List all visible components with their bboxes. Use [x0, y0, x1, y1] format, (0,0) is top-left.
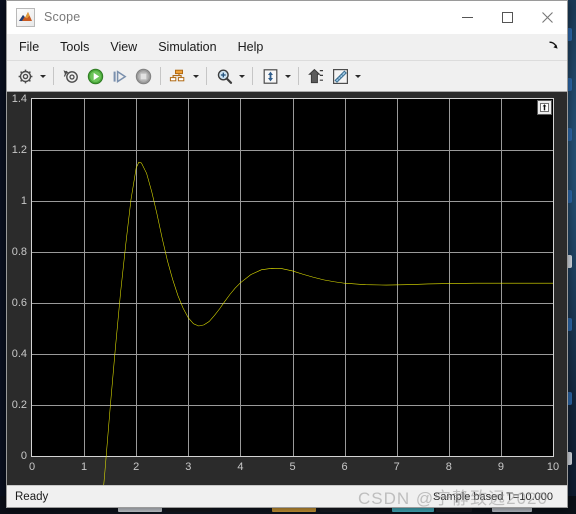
status-text: Ready: [15, 490, 49, 503]
toolbar: [7, 60, 567, 92]
title-bar: Scope: [7, 1, 567, 34]
y-tick-label: 0.8: [11, 246, 27, 258]
magnifier-plus-icon[interactable]: [212, 64, 236, 88]
scope-window: Scope File Tools View Simulation Help 0 …: [6, 0, 568, 508]
sample-info-text: Sample based T=10.000: [433, 490, 553, 503]
legend-toggle-icon[interactable]: [537, 100, 552, 115]
menu-file[interactable]: File: [10, 37, 48, 57]
cursor-measure-icon[interactable]: [304, 64, 328, 88]
y-tick-label: 1: [20, 195, 27, 207]
autoscale-dropdown-caret-icon[interactable]: [282, 65, 293, 87]
y-tick-label: 1.4: [11, 93, 27, 105]
stop-icon[interactable]: [131, 64, 155, 88]
menu-simulation[interactable]: Simulation: [149, 37, 225, 57]
status-bar: Ready Sample based T=10.000: [7, 485, 567, 507]
menu-tools[interactable]: Tools: [51, 37, 98, 57]
close-icon[interactable]: [527, 1, 567, 33]
scope-plot-area: 0 0.2 0.4 0.6 0.8 1 1.2 1.4 0 1 2 3 4 5 6 7 8 9 10: [7, 92, 567, 485]
step-forward-icon[interactable]: [107, 64, 131, 88]
ruler-icon[interactable]: [328, 64, 352, 88]
toolbar-separator: [53, 67, 54, 85]
menu-bar: File Tools View Simulation Help: [7, 34, 567, 60]
menu-help[interactable]: Help: [229, 37, 273, 57]
y-tick-label: 0.4: [11, 348, 27, 360]
run-back-icon[interactable]: [59, 64, 83, 88]
plot-axes[interactable]: 0 0.2 0.4 0.6 0.8 1 1.2 1.4 0 1 2 3 4 5 6 7 8 9 10: [12, 93, 559, 457]
gear-dropdown-caret-icon[interactable]: [37, 65, 48, 87]
window-title: Scope: [44, 10, 81, 24]
y-tick-label: 0.6: [11, 297, 27, 309]
menu-view[interactable]: View: [101, 37, 146, 57]
y-tick-label: 1.2: [11, 144, 27, 156]
y-tick-label: 0.2: [11, 399, 27, 411]
toolbar-separator: [252, 67, 253, 85]
toolbar-separator: [206, 67, 207, 85]
layout-dropdown-caret-icon[interactable]: [190, 65, 201, 87]
zoom-dropdown-caret-icon[interactable]: [236, 65, 247, 87]
matlab-membrane-icon: [16, 7, 35, 27]
play-icon[interactable]: [83, 64, 107, 88]
undock-arrow-icon[interactable]: [548, 40, 559, 54]
layout-icon[interactable]: [166, 64, 190, 88]
y-tick-label: 0: [20, 450, 27, 462]
maximize-icon[interactable]: [487, 1, 527, 33]
minimize-icon[interactable]: [447, 1, 487, 33]
signal-trace: [32, 99, 553, 485]
gear-icon[interactable]: [13, 64, 37, 88]
window-controls: [447, 1, 567, 33]
toolbar-separator: [298, 67, 299, 85]
toolbar-separator: [160, 67, 161, 85]
style-dropdown-caret-icon[interactable]: [352, 65, 363, 87]
autoscale-arrows-icon[interactable]: [258, 64, 282, 88]
